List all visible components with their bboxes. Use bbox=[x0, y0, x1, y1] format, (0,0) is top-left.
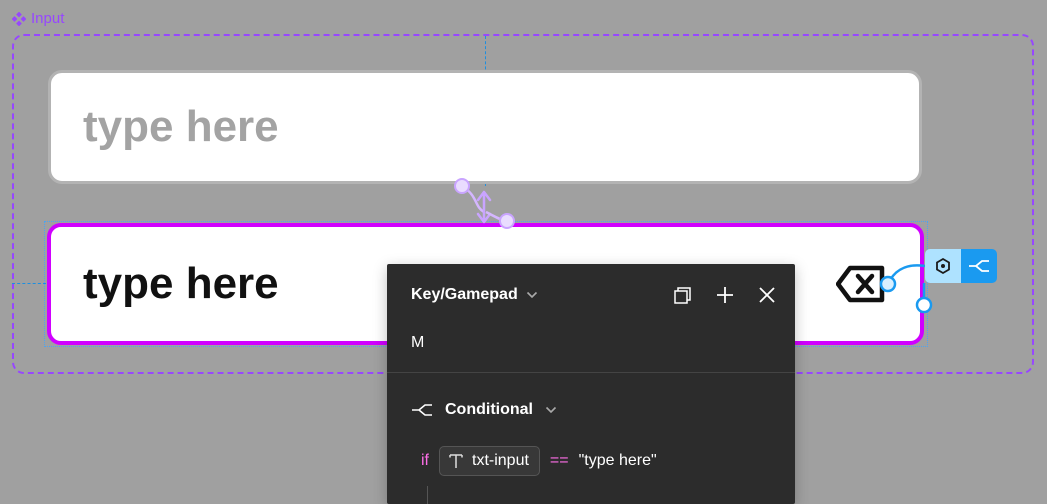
panel-divider bbox=[387, 372, 795, 373]
component-label[interactable]: Input bbox=[12, 10, 64, 27]
variable-chip[interactable]: txt-input bbox=[439, 446, 540, 476]
condition-expression[interactable]: if txt-input == "type here" bbox=[421, 446, 657, 476]
conditional-branch-icon[interactable] bbox=[961, 249, 997, 283]
chevron-down-icon bbox=[526, 291, 537, 299]
backspace-icon[interactable] bbox=[835, 264, 886, 309]
condition-body-rail bbox=[427, 486, 428, 504]
interaction-panel: Key/Gamepad M Conditional if txt-input =… bbox=[387, 264, 795, 504]
conditional-dropdown[interactable]: Conditional bbox=[411, 401, 557, 419]
trigger-dropdown[interactable]: Key/Gamepad bbox=[411, 286, 538, 304]
measure-guide-horizontal bbox=[12, 283, 46, 284]
conditional-label: Conditional bbox=[445, 401, 533, 418]
chevron-down-icon bbox=[545, 406, 557, 414]
panel-header: Key/Gamepad bbox=[411, 284, 777, 306]
interaction-badge[interactable] bbox=[925, 249, 997, 283]
input-value: type here bbox=[83, 259, 279, 308]
if-keyword: if bbox=[421, 452, 429, 469]
component-diamond-icon bbox=[12, 11, 26, 26]
component-name: Input bbox=[31, 10, 65, 27]
plus-icon[interactable] bbox=[715, 285, 735, 305]
input-placeholder: type here bbox=[83, 102, 279, 151]
input-variant-default[interactable]: type here bbox=[48, 70, 922, 184]
conditional-branch-icon bbox=[412, 404, 432, 416]
trigger-label: Key/Gamepad bbox=[411, 286, 518, 303]
copy-icon[interactable] bbox=[673, 285, 693, 305]
variable-name: txt-input bbox=[472, 452, 529, 469]
operator: == bbox=[549, 452, 569, 469]
condition-value[interactable]: "type here" bbox=[579, 452, 657, 470]
key-field[interactable]: M bbox=[411, 334, 424, 352]
text-variable-icon bbox=[449, 454, 463, 468]
close-icon[interactable] bbox=[757, 285, 777, 305]
hexagon-icon[interactable] bbox=[925, 249, 961, 283]
